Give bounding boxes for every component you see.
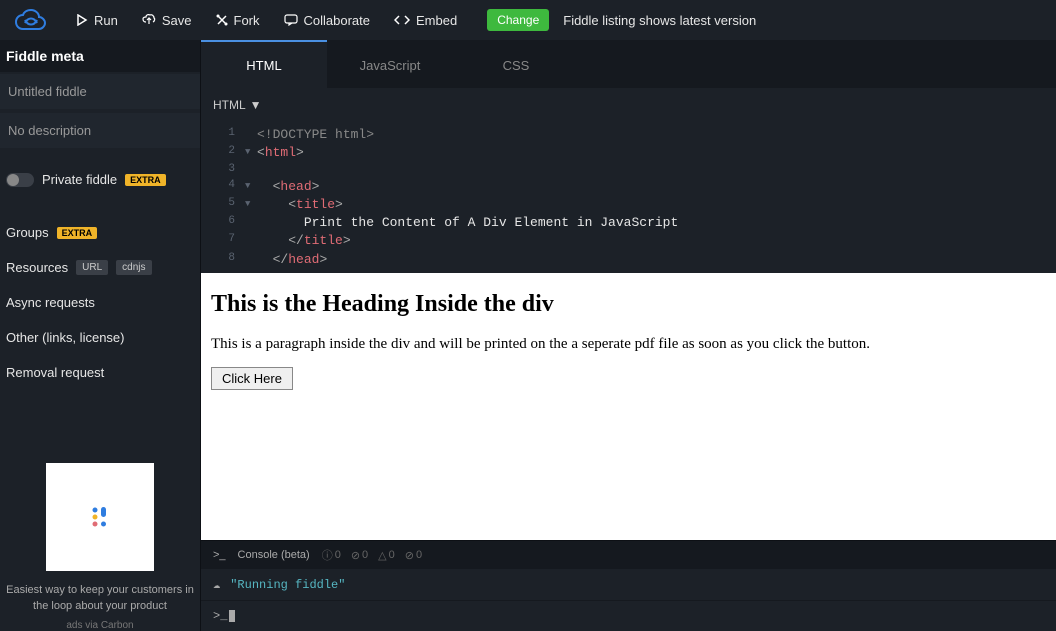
- preview-button[interactable]: Click Here: [211, 367, 293, 390]
- collaborate-label: Collaborate: [304, 13, 371, 28]
- fork-button[interactable]: Fork: [206, 7, 270, 34]
- run-button[interactable]: Run: [66, 7, 128, 34]
- preview-pane: This is the Heading Inside the div This …: [201, 273, 1056, 540]
- preview-paragraph: This is a paragraph inside the div and w…: [211, 336, 1046, 353]
- tab-html[interactable]: HTML: [201, 40, 327, 88]
- console-prompt[interactable]: >_: [201, 601, 1056, 631]
- topbar: Run Save Fork Collaborate Embed Change F…: [0, 0, 1056, 40]
- private-toggle[interactable]: [6, 173, 34, 187]
- other-label: Other (links, license): [6, 330, 124, 345]
- console-counts: ⓘ0 ⊘0 △0 ⊘0: [322, 547, 422, 563]
- embed-icon: [394, 14, 410, 26]
- cloud-logo-icon: [11, 7, 49, 33]
- ad-block[interactable]: Easiest way to keep your customers in th…: [0, 453, 200, 631]
- tabs: HTML JavaScript CSS: [201, 40, 1056, 88]
- async-label: Async requests: [6, 295, 95, 310]
- tab-javascript[interactable]: JavaScript: [327, 40, 453, 88]
- dropdown-icon: ▼: [250, 98, 262, 112]
- groups-row[interactable]: Groups EXTRA: [0, 215, 200, 250]
- error-count: ⊘0: [405, 547, 422, 563]
- info-count: ⓘ0: [322, 547, 341, 563]
- code-editor[interactable]: 1<!DOCTYPE html> 2▼<html> 3 4▼ <head> 5▼…: [201, 122, 1056, 273]
- cdnjs-badge: cdnjs: [116, 260, 151, 275]
- console-body: ☁ "Running fiddle" >_: [201, 569, 1056, 631]
- chat-icon: [284, 14, 298, 26]
- preview-heading: This is the Heading Inside the div: [211, 291, 1046, 318]
- sidebar-header: Fiddle meta: [0, 40, 200, 72]
- editor-area: HTML JavaScript CSS HTML ▼ 1<!DOCTYPE ht…: [200, 40, 1056, 631]
- resources-row[interactable]: Resources URL cdnjs: [0, 250, 200, 285]
- cloud-icon: ☁: [213, 577, 220, 592]
- sidebar: Fiddle meta Untitled fiddle No descripti…: [0, 40, 200, 631]
- async-row[interactable]: Async requests: [0, 285, 200, 320]
- description-input[interactable]: No description: [0, 113, 200, 148]
- console: >_ Console (beta) ⓘ0 ⊘0 △0 ⊘0 ☁ "Running…: [201, 540, 1056, 631]
- url-badge: URL: [76, 260, 108, 275]
- ad-image: [46, 463, 154, 571]
- other-row[interactable]: Other (links, license): [0, 320, 200, 355]
- tab-css[interactable]: CSS: [453, 40, 579, 88]
- console-label: Console (beta): [238, 549, 310, 561]
- save-button[interactable]: Save: [132, 7, 202, 34]
- code-text: <!DOCTYPE html>: [257, 127, 374, 142]
- play-icon: [76, 14, 88, 26]
- warn-count: △0: [378, 547, 395, 563]
- console-header[interactable]: >_ Console (beta) ⓘ0 ⊘0 △0 ⊘0: [201, 541, 1056, 569]
- ad-via: ads via Carbon: [6, 620, 194, 631]
- run-label: Run: [94, 13, 118, 28]
- private-toggle-row: Private fiddle EXTRA: [0, 162, 200, 197]
- extra-badge: EXTRA: [57, 227, 98, 239]
- embed-label: Embed: [416, 13, 457, 28]
- terminal-icon: >_: [213, 549, 226, 561]
- extra-badge: EXTRA: [125, 174, 166, 186]
- fork-label: Fork: [234, 13, 260, 28]
- groups-label: Groups: [6, 225, 49, 240]
- removal-label: Removal request: [6, 365, 104, 380]
- console-message: "Running fiddle": [230, 578, 345, 592]
- embed-button[interactable]: Embed: [384, 7, 467, 34]
- change-button[interactable]: Change: [487, 9, 549, 31]
- prompt-text: >_: [213, 609, 227, 623]
- removal-row[interactable]: Removal request: [0, 355, 200, 390]
- debug-count: ⊘0: [351, 547, 368, 563]
- listing-text: Fiddle listing shows latest version: [563, 13, 756, 28]
- ad-text: Easiest way to keep your customers in th…: [6, 583, 194, 614]
- console-line: ☁ "Running fiddle": [201, 569, 1056, 601]
- logo[interactable]: [8, 5, 52, 35]
- lang-label-text: HTML: [213, 98, 246, 112]
- ad-logo-icon: [85, 502, 115, 532]
- collaborate-button[interactable]: Collaborate: [274, 7, 381, 34]
- cursor: [229, 610, 235, 622]
- private-label: Private fiddle: [42, 172, 117, 187]
- language-selector[interactable]: HTML ▼: [201, 88, 1056, 122]
- cloud-up-icon: [142, 14, 156, 26]
- title-input[interactable]: Untitled fiddle: [0, 74, 200, 109]
- resources-label: Resources: [6, 260, 68, 275]
- fork-icon: [216, 14, 228, 26]
- save-label: Save: [162, 13, 192, 28]
